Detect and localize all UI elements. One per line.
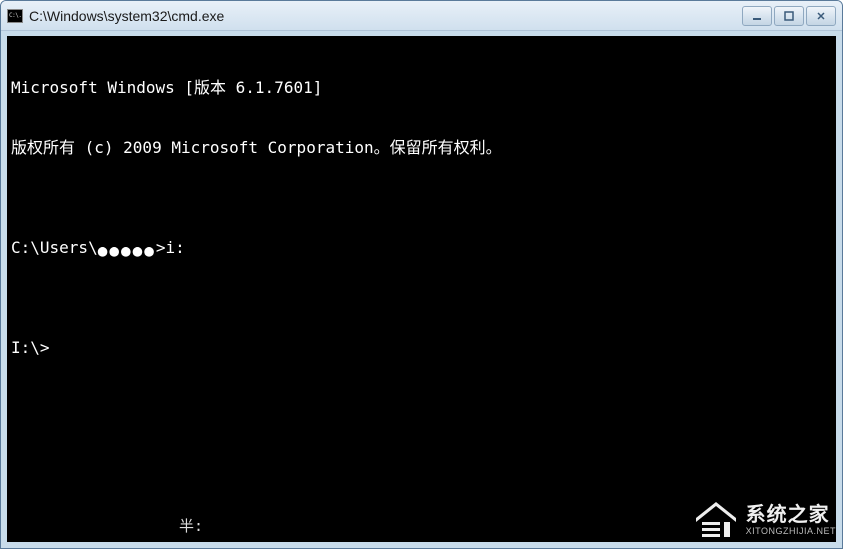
minimize-button[interactable] [742,6,772,26]
close-icon [815,10,827,22]
cmd-icon: C:\. [7,9,23,23]
terminal-prompt-line: I:\> [11,338,832,358]
terminal-line: Microsoft Windows [版本 6.1.7601] [11,78,832,98]
prompt-prefix: C:\Users\ [11,238,98,257]
username-mask: ●●●●● [98,241,156,260]
terminal-line: 版权所有 (c) 2009 Microsoft Corporation。保留所有… [11,138,832,158]
maximize-button[interactable] [774,6,804,26]
prompt-command: >i: [156,238,185,257]
terminal-prompt-line: C:\Users\●●●●●>i: [11,238,832,258]
window-title: C:\Windows\system32\cmd.exe [29,8,742,24]
terminal-frame: Microsoft Windows [版本 6.1.7601] 版权所有 (c)… [1,31,842,548]
terminal[interactable]: Microsoft Windows [版本 6.1.7601] 版权所有 (c)… [7,36,836,542]
watermark-main: 系统之家 [746,505,836,525]
window-controls [742,6,836,26]
house-icon [690,498,742,542]
cmd-window: C:\. C:\Windows\system32\cmd.exe Microso… [0,0,843,549]
ime-indicator: 半: [179,516,203,536]
watermark: 系统之家 XITONGZHIJIA.NET [690,498,836,542]
titlebar[interactable]: C:\. C:\Windows\system32\cmd.exe [1,1,842,31]
minimize-icon [751,10,763,22]
cmd-icon-glyph: C:\. [9,13,21,19]
maximize-icon [783,10,795,22]
watermark-sub: XITONGZHIJIA.NET [746,527,836,536]
watermark-text: 系统之家 XITONGZHIJIA.NET [746,505,836,536]
close-button[interactable] [806,6,836,26]
